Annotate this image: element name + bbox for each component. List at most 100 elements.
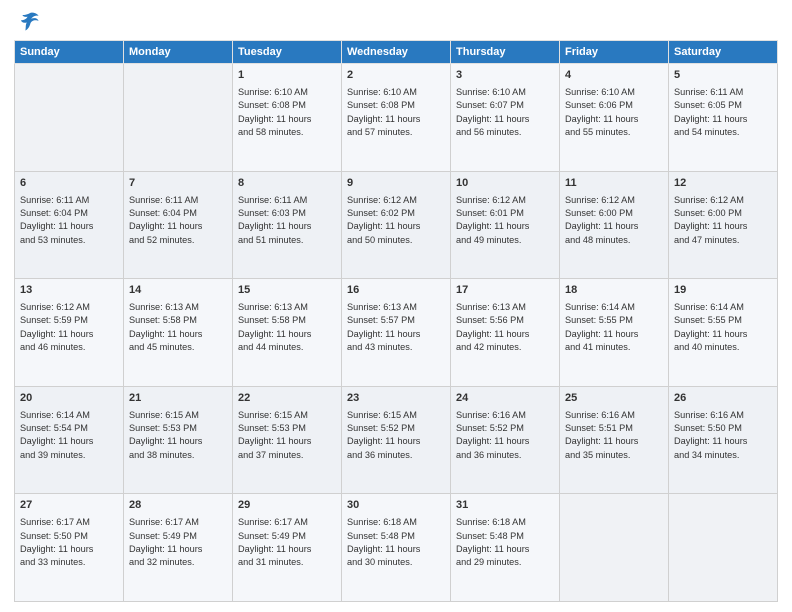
- calendar-cell: 27 Sunrise: 6:17 AM Sunset: 5:50 PM Dayli…: [15, 494, 124, 602]
- day-number: 29: [238, 498, 336, 514]
- calendar-cell: [560, 494, 669, 602]
- cell-content: Sunrise: 6:10 AM Sunset: 6:08 PM Dayligh…: [347, 86, 445, 139]
- calendar-cell: 23 Sunrise: 6:15 AM Sunset: 5:52 PM Dayli…: [342, 386, 451, 494]
- logo-bird-icon: [18, 10, 40, 32]
- day-number: 25: [565, 391, 663, 407]
- calendar-cell: 30Sunrise: 6:18 AM Sunset: 5:48 PM Dayli…: [342, 494, 451, 602]
- cell-content: Sunrise: 6:14 AM Sunset: 5:55 PM Dayligh…: [565, 301, 663, 354]
- cell-content: Sunrise: 6:18 AM Sunset: 5:48 PM Dayligh…: [456, 516, 554, 569]
- day-number: 28: [129, 498, 227, 514]
- cell-content: Sunrise: 6:17 AM Sunset: 5:50 PM Dayligh…: [20, 516, 118, 569]
- day-number: 27: [20, 498, 118, 514]
- cell-content: Sunrise: 6:13 AM Sunset: 5:57 PM Dayligh…: [347, 301, 445, 354]
- calendar-cell: 19 Sunrise: 6:14 AM Sunset: 5:55 PM Dayli…: [669, 279, 778, 387]
- calendar-week-row: 13Sunrise: 6:12 AM Sunset: 5:59 PM Dayli…: [15, 279, 778, 387]
- day-number: 22: [238, 391, 336, 407]
- cell-content: Sunrise: 6:12 AM Sunset: 6:02 PM Dayligh…: [347, 194, 445, 247]
- calendar-cell: 18 Sunrise: 6:14 AM Sunset: 5:55 PM Dayli…: [560, 279, 669, 387]
- calendar-week-row: 20Sunrise: 6:14 AM Sunset: 5:54 PM Dayli…: [15, 386, 778, 494]
- day-header-monday: Monday: [124, 41, 233, 64]
- calendar-cell: 13Sunrise: 6:12 AM Sunset: 5:59 PM Dayli…: [15, 279, 124, 387]
- day-number: 5: [674, 68, 772, 84]
- cell-content: Sunrise: 6:10 AM Sunset: 6:07 PM Dayligh…: [456, 86, 554, 139]
- cell-content: Sunrise: 6:10 AM Sunset: 6:08 PM Dayligh…: [238, 86, 336, 139]
- header: [14, 10, 778, 32]
- calendar-week-row: 27 Sunrise: 6:17 AM Sunset: 5:50 PM Dayli…: [15, 494, 778, 602]
- day-header-wednesday: Wednesday: [342, 41, 451, 64]
- day-number: 16: [347, 283, 445, 299]
- calendar-cell: 16 Sunrise: 6:13 AM Sunset: 5:57 PM Dayli…: [342, 279, 451, 387]
- day-header-tuesday: Tuesday: [233, 41, 342, 64]
- cell-content: Sunrise: 6:18 AM Sunset: 5:48 PM Dayligh…: [347, 516, 445, 569]
- cell-content: Sunrise: 6:16 AM Sunset: 5:51 PM Dayligh…: [565, 409, 663, 462]
- calendar-cell: 1 Sunrise: 6:10 AM Sunset: 6:08 PM Daylig…: [233, 64, 342, 172]
- calendar-cell: [124, 64, 233, 172]
- cell-content: Sunrise: 6:17 AM Sunset: 5:49 PM Dayligh…: [238, 516, 336, 569]
- day-number: 21: [129, 391, 227, 407]
- calendar-cell: 12Sunrise: 6:12 AM Sunset: 6:00 PM Dayli…: [669, 171, 778, 279]
- cell-content: Sunrise: 6:11 AM Sunset: 6:04 PM Dayligh…: [20, 194, 118, 247]
- day-number: 10: [456, 176, 554, 192]
- day-number: 26: [674, 391, 772, 407]
- day-number: 24: [456, 391, 554, 407]
- calendar-cell: 29 Sunrise: 6:17 AM Sunset: 5:49 PM Dayli…: [233, 494, 342, 602]
- cell-content: Sunrise: 6:11 AM Sunset: 6:05 PM Dayligh…: [674, 86, 772, 139]
- day-number: 19: [674, 283, 772, 299]
- day-number: 1: [238, 68, 336, 84]
- day-number: 4: [565, 68, 663, 84]
- calendar-cell: 22 Sunrise: 6:15 AM Sunset: 5:53 PM Dayli…: [233, 386, 342, 494]
- calendar-table: SundayMondayTuesdayWednesdayThursdayFrid…: [14, 40, 778, 602]
- logo: [14, 10, 40, 32]
- calendar-cell: 28Sunrise: 6:17 AM Sunset: 5:49 PM Dayli…: [124, 494, 233, 602]
- day-header-sunday: Sunday: [15, 41, 124, 64]
- day-number: 8: [238, 176, 336, 192]
- day-number: 11: [565, 176, 663, 192]
- day-number: 12: [674, 176, 772, 192]
- cell-content: Sunrise: 6:10 AM Sunset: 6:06 PM Dayligh…: [565, 86, 663, 139]
- cell-content: Sunrise: 6:16 AM Sunset: 5:50 PM Dayligh…: [674, 409, 772, 462]
- cell-content: Sunrise: 6:15 AM Sunset: 5:52 PM Dayligh…: [347, 409, 445, 462]
- calendar-cell: 21 Sunrise: 6:15 AM Sunset: 5:53 PM Dayli…: [124, 386, 233, 494]
- day-number: 18: [565, 283, 663, 299]
- cell-content: Sunrise: 6:13 AM Sunset: 5:58 PM Dayligh…: [238, 301, 336, 354]
- cell-content: Sunrise: 6:12 AM Sunset: 6:00 PM Dayligh…: [565, 194, 663, 247]
- day-header-thursday: Thursday: [451, 41, 560, 64]
- day-number: 2: [347, 68, 445, 84]
- calendar-cell: 11 Sunrise: 6:12 AM Sunset: 6:00 PM Dayli…: [560, 171, 669, 279]
- cell-content: Sunrise: 6:13 AM Sunset: 5:56 PM Dayligh…: [456, 301, 554, 354]
- calendar-cell: 25 Sunrise: 6:16 AM Sunset: 5:51 PM Dayli…: [560, 386, 669, 494]
- cell-content: Sunrise: 6:14 AM Sunset: 5:55 PM Dayligh…: [674, 301, 772, 354]
- calendar-cell: 6 Sunrise: 6:11 AM Sunset: 6:04 PM Daylig…: [15, 171, 124, 279]
- calendar-cell: 31 Sunrise: 6:18 AM Sunset: 5:48 PM Dayli…: [451, 494, 560, 602]
- cell-content: Sunrise: 6:14 AM Sunset: 5:54 PM Dayligh…: [20, 409, 118, 462]
- calendar-header-row: SundayMondayTuesdayWednesdayThursdayFrid…: [15, 41, 778, 64]
- calendar-cell: 10Sunrise: 6:12 AM Sunset: 6:01 PM Dayli…: [451, 171, 560, 279]
- calendar-cell: 15Sunrise: 6:13 AM Sunset: 5:58 PM Dayli…: [233, 279, 342, 387]
- day-number: 31: [456, 498, 554, 514]
- page-container: SundayMondayTuesdayWednesdayThursdayFrid…: [0, 0, 792, 612]
- cell-content: Sunrise: 6:13 AM Sunset: 5:58 PM Dayligh…: [129, 301, 227, 354]
- day-number: 7: [129, 176, 227, 192]
- calendar-cell: 14 Sunrise: 6:13 AM Sunset: 5:58 PM Dayli…: [124, 279, 233, 387]
- day-number: 23: [347, 391, 445, 407]
- day-number: 17: [456, 283, 554, 299]
- calendar-cell: 7Sunrise: 6:11 AM Sunset: 6:04 PM Daylig…: [124, 171, 233, 279]
- day-number: 13: [20, 283, 118, 299]
- cell-content: Sunrise: 6:11 AM Sunset: 6:03 PM Dayligh…: [238, 194, 336, 247]
- calendar-cell: [669, 494, 778, 602]
- day-number: 9: [347, 176, 445, 192]
- cell-content: Sunrise: 6:15 AM Sunset: 5:53 PM Dayligh…: [238, 409, 336, 462]
- calendar-cell: 26 Sunrise: 6:16 AM Sunset: 5:50 PM Dayli…: [669, 386, 778, 494]
- calendar-week-row: 1 Sunrise: 6:10 AM Sunset: 6:08 PM Daylig…: [15, 64, 778, 172]
- day-number: 14: [129, 283, 227, 299]
- calendar-cell: 8 Sunrise: 6:11 AM Sunset: 6:03 PM Daylig…: [233, 171, 342, 279]
- day-header-saturday: Saturday: [669, 41, 778, 64]
- calendar-cell: 5 Sunrise: 6:11 AM Sunset: 6:05 PM Daylig…: [669, 64, 778, 172]
- cell-content: Sunrise: 6:15 AM Sunset: 5:53 PM Dayligh…: [129, 409, 227, 462]
- day-number: 6: [20, 176, 118, 192]
- cell-content: Sunrise: 6:16 AM Sunset: 5:52 PM Dayligh…: [456, 409, 554, 462]
- day-number: 3: [456, 68, 554, 84]
- calendar-cell: 2 Sunrise: 6:10 AM Sunset: 6:08 PM Daylig…: [342, 64, 451, 172]
- calendar-cell: 20Sunrise: 6:14 AM Sunset: 5:54 PM Dayli…: [15, 386, 124, 494]
- calendar-cell: 17 Sunrise: 6:13 AM Sunset: 5:56 PM Dayli…: [451, 279, 560, 387]
